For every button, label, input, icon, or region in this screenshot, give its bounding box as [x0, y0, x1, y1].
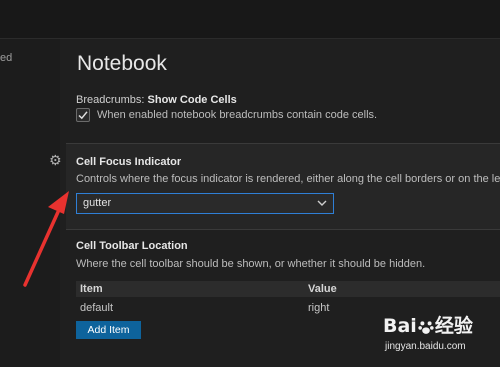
paw-icon: [418, 320, 434, 334]
watermark-url: jingyan.baidu.com: [385, 341, 466, 352]
watermark-brand: Bai: [383, 315, 417, 337]
watermark-logo: Bai 经验: [383, 311, 473, 338]
baidu-watermark: Bai 经验 jingyan.baidu.com: [383, 311, 495, 361]
watermark-suffix: 经验: [434, 315, 473, 337]
